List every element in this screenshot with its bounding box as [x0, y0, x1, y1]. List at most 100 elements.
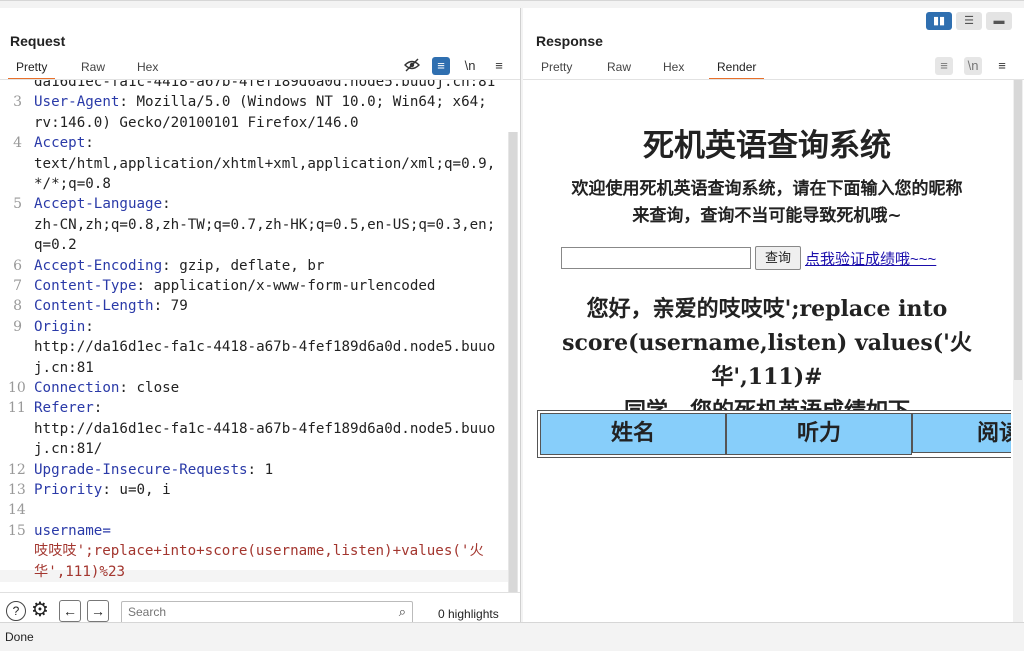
request-scroll-thumb[interactable]	[509, 132, 517, 594]
request-title: Request	[10, 33, 66, 49]
page-heading: 死机英语查询系统	[643, 128, 891, 164]
header-value: : u=0, i	[102, 482, 171, 498]
status-bar: Done	[0, 622, 1024, 651]
score-table: 姓名 听力 阅读	[537, 410, 1011, 458]
header-value: :	[85, 135, 94, 152]
help-icon[interactable]: ?	[6, 601, 26, 621]
line-number: 5	[13, 196, 22, 213]
rendered-page: 死机英语查询系统 欢迎使用死机英语查询系统，请在下面输入您的昵称 来查询，查询不…	[523, 80, 1011, 622]
newline-icon[interactable]: \n	[964, 57, 982, 75]
editor-line: http://da16d1ec-fa1c-4418-a67b-4fef189d6…	[34, 337, 495, 357]
response-scroll-thumb[interactable]	[1014, 80, 1022, 380]
split-horizontal-icon[interactable]: ▮▮	[926, 12, 952, 30]
verify-score-link[interactable]: 点我验证成绩哦~~~	[805, 248, 936, 269]
table-header-name: 姓名	[540, 413, 726, 455]
tab-hex[interactable]: Hex	[137, 60, 158, 74]
tab-raw[interactable]: Raw	[81, 60, 105, 74]
table-header-listen: 听力	[726, 413, 912, 455]
header-value: q=0.2	[34, 237, 77, 254]
nickname-input[interactable]	[561, 247, 751, 269]
editor-line: q=0.2	[34, 235, 77, 255]
greeting-text: 您好，亲爱的吱吱吱';replace into score(username,l…	[523, 292, 1011, 428]
response-title: Response	[536, 33, 603, 49]
line-number: 4	[13, 135, 22, 152]
body-param-value: 吱吱吱';replace+into+score(username,listen)…	[34, 543, 484, 560]
editor-line: Origin:	[34, 317, 94, 337]
header-value: : gzip, deflate, br	[162, 257, 325, 274]
tab-hex[interactable]: Hex	[663, 60, 684, 74]
query-button[interactable]: 查询	[755, 246, 801, 270]
newline-icon[interactable]: \n	[461, 57, 479, 75]
status-text: Done	[5, 630, 34, 644]
editor-line: text/html,application/xhtml+xml,applicat…	[34, 154, 495, 174]
line-number: 7	[13, 278, 22, 294]
header-name: Upgrade-Insecure-Requests	[34, 461, 248, 478]
header-name: username=	[34, 522, 111, 539]
header-value: j.cn:81/	[34, 441, 103, 458]
body-param-value: 华',111)%23	[34, 563, 126, 580]
editor-line: Accept:	[34, 133, 94, 153]
header-value: zh-CN,zh;q=0.8,zh-TW;q=0.7,zh-HK;q=0.5,e…	[34, 216, 496, 233]
wrap-lines-icon[interactable]: ≡	[935, 57, 953, 75]
response-pane: ▮▮ ☰ ▬ Response Pretty Raw Hex Render ≡ …	[523, 8, 1024, 622]
editor-line: 华',111)%23	[34, 562, 125, 582]
header-name: Accept	[34, 135, 86, 152]
header-value: rv:146.0) Gecko/20100101 Firefox/146.0	[34, 114, 359, 131]
editor-line: 吱吱吱';replace+into+score(username,listen)…	[34, 541, 484, 561]
editor-line: */*;q=0.8	[34, 174, 111, 194]
header-name: Connection	[34, 380, 120, 396]
response-scrollbar[interactable]	[1013, 80, 1023, 622]
hide-nonprinting-icon[interactable]	[403, 57, 421, 75]
header-value: : Mozilla/5.0 (Windows NT 10.0; Win64; x…	[119, 94, 487, 111]
editor-line: rv:146.0) Gecko/20100101 Firefox/146.0	[34, 113, 359, 133]
single-pane-icon[interactable]: ▬	[986, 12, 1012, 30]
line-number: 6	[13, 257, 22, 274]
request-pane: Request Pretty Raw Hex ≡ \n ≡ da16d1ec-f…	[0, 8, 521, 631]
header-value: j.cn:81	[34, 359, 94, 376]
header-name: Content-Length	[34, 298, 154, 315]
header-name: Accept-Encoding	[34, 257, 163, 274]
search-input[interactable]	[122, 602, 368, 622]
welcome-line-2: 来查询，查询不当可能导致死机哦~	[632, 206, 902, 226]
back-arrow-icon[interactable]: ←	[59, 600, 81, 622]
header-value: http://da16d1ec-fa1c-4418-a67b-4fef189d6…	[34, 339, 496, 356]
forward-arrow-icon[interactable]: →	[87, 600, 109, 622]
editor-line: Connection: close	[34, 378, 179, 398]
editor-line: da16d1ec-fa1c-4418-a67b-4fef189d6a0d.nod…	[34, 80, 495, 92]
editor-line: username=	[34, 521, 111, 541]
line-number: 14	[8, 502, 26, 519]
header-value: : 1	[247, 461, 274, 478]
header-name: Origin	[34, 318, 86, 335]
header-value: text/html,application/xhtml+xml,applicat…	[34, 155, 496, 172]
search-icon[interactable]: ⌕	[399, 604, 406, 620]
editor-line: Content-Type: application/x-www-form-url…	[34, 276, 435, 296]
header-value: :	[85, 318, 94, 335]
header-value: da16d1ec-fa1c-4418-a67b-4fef189d6a0d.nod…	[34, 80, 496, 90]
tab-pretty[interactable]: Pretty	[541, 60, 572, 74]
request-scrollbar[interactable]	[508, 132, 518, 594]
split-vertical-icon[interactable]: ☰	[956, 12, 982, 30]
editor-line: http://da16d1ec-fa1c-4418-a67b-4fef189d6…	[34, 419, 495, 439]
tab-pretty[interactable]: Pretty	[7, 60, 56, 80]
menu-icon[interactable]: ≡	[993, 57, 1011, 75]
editor-line: User-Agent: Mozilla/5.0 (Windows NT 10.0…	[34, 92, 487, 112]
wrap-lines-icon[interactable]: ≡	[432, 57, 450, 75]
editor-line: Accept-Language:	[34, 194, 171, 214]
header-value: : 79	[153, 298, 188, 315]
menu-icon[interactable]: ≡	[490, 57, 508, 75]
header-name: Accept-Language	[34, 196, 163, 213]
editor-line: Priority: u=0, i	[34, 480, 171, 500]
line-number: 13	[8, 482, 26, 498]
layout-buttons: ▮▮ ☰ ▬	[926, 12, 1012, 30]
highlights-count: 0 highlights	[438, 607, 499, 621]
tab-render[interactable]: Render	[708, 60, 765, 80]
editor-line: Accept-Encoding: gzip, deflate, br	[34, 256, 324, 276]
line-number: 10	[8, 380, 26, 396]
request-editor[interactable]: da16d1ec-fa1c-4418-a67b-4fef189d6a0d.nod…	[0, 80, 508, 582]
header-name: Content-Type	[34, 278, 137, 294]
settings-gear-icon[interactable]: ⚙	[31, 600, 49, 620]
header-name: User-Agent	[34, 94, 120, 111]
line-number: 9	[13, 318, 22, 335]
tab-raw[interactable]: Raw	[607, 60, 631, 74]
greeting-line-1: 您好，亲爱的吱吱吱';replace into	[586, 296, 948, 322]
